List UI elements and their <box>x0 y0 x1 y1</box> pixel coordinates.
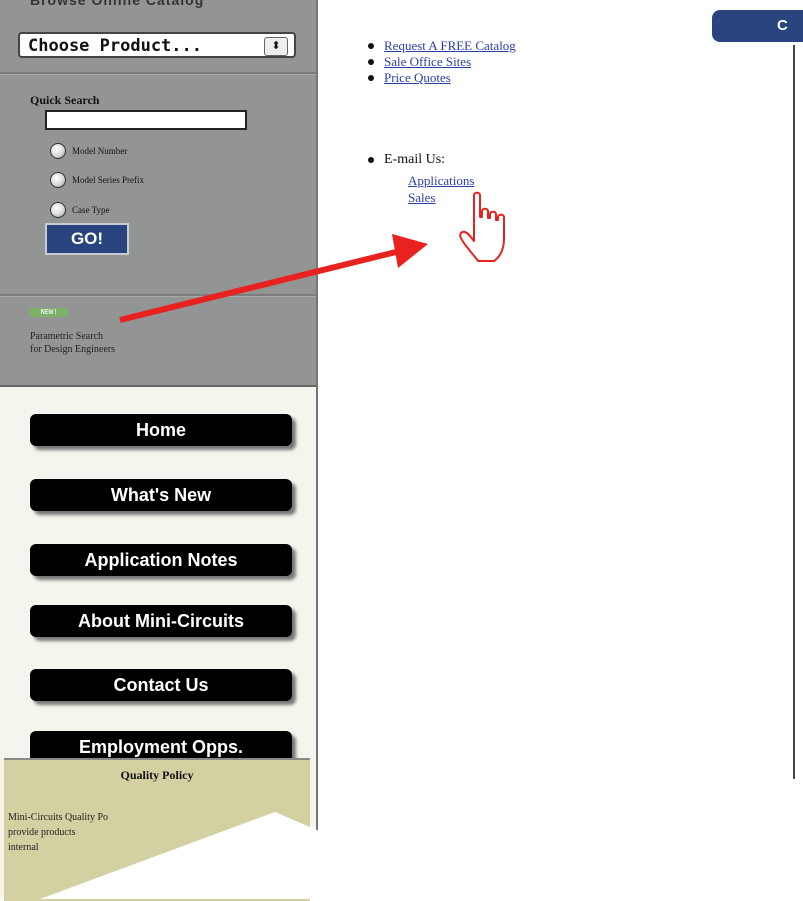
quick-search-input[interactable] <box>45 110 247 130</box>
nav-whats-new-button[interactable]: What's New <box>30 479 292 511</box>
price-quotes-link[interactable]: Price Quotes <box>384 70 451 86</box>
nav-contact-us-button[interactable]: Contact Us <box>30 669 292 701</box>
sidebar: Browse Online Catalog Choose Product... … <box>0 0 318 901</box>
email-us-row: E-mail Us: <box>368 152 445 168</box>
select-arrows-icon: ⬍ <box>264 37 288 56</box>
nav-about-button[interactable]: About Mini-Circuits <box>30 605 292 637</box>
parametric-search-link[interactable]: Parametric Search for Design Engineers <box>30 330 115 356</box>
search-panel: Browse Online Catalog Choose Product... … <box>0 0 316 387</box>
sale-office-link[interactable]: Sale Office Sites <box>384 54 471 70</box>
go-button[interactable]: GO! <box>45 223 129 255</box>
catalog-heading: Browse Online Catalog <box>30 0 205 8</box>
main-content: C Request A FREE Catalog Sale Office Sit… <box>318 0 803 899</box>
list-item: Sale Office Sites <box>368 54 516 70</box>
parametric-line-2: for Design Engineers <box>30 344 115 355</box>
new-badge: NEW! <box>30 308 68 317</box>
bullet-icon <box>368 59 374 65</box>
bullet-icon <box>368 75 374 81</box>
bullet-icon <box>368 43 374 49</box>
top-nav-tab[interactable]: C <box>712 10 803 42</box>
product-select[interactable]: Choose Product... ⬍ <box>18 32 296 58</box>
quality-policy-title: Quality Policy <box>120 768 194 782</box>
page-edge <box>793 45 795 780</box>
email-sales-link[interactable]: Sales <box>408 190 435 206</box>
radio-icon[interactable] <box>50 172 66 188</box>
nav-home-button[interactable]: Home <box>30 414 292 446</box>
quality-policy-text: Mini-Circuits Quality Po provide product… <box>8 812 108 853</box>
radio-model-number[interactable]: Model Number <box>50 143 127 159</box>
radio-label: Model Number <box>72 146 128 156</box>
request-catalog-link[interactable]: Request A FREE Catalog <box>384 38 516 54</box>
nav-application-notes-button[interactable]: Application Notes <box>30 544 292 576</box>
radio-label: Case Type <box>72 205 110 215</box>
email-applications-link[interactable]: Applications <box>408 173 474 189</box>
divider <box>0 294 316 297</box>
list-item: Price Quotes <box>368 70 516 86</box>
radio-icon[interactable] <box>50 202 66 218</box>
radio-icon[interactable] <box>50 143 66 159</box>
link-list: Request A FREE Catalog Sale Office Sites… <box>368 38 516 86</box>
list-item: Request A FREE Catalog <box>368 38 516 54</box>
divider <box>0 72 316 75</box>
bullet-icon <box>368 157 374 163</box>
quality-policy-panel: Quality Policy Mini-Circuits Quality Po … <box>4 758 310 901</box>
product-select-value: Choose Product... <box>28 36 202 56</box>
radio-model-series-prefix[interactable]: Model Series Prefix <box>50 172 144 188</box>
email-us-label: E-mail Us: <box>384 152 446 167</box>
quick-search-label: Quick Search <box>30 93 100 107</box>
radio-case-type[interactable]: Case Type <box>50 202 109 218</box>
parametric-line-1: Parametric Search <box>30 331 104 342</box>
radio-label: Model Series Prefix <box>72 175 144 185</box>
